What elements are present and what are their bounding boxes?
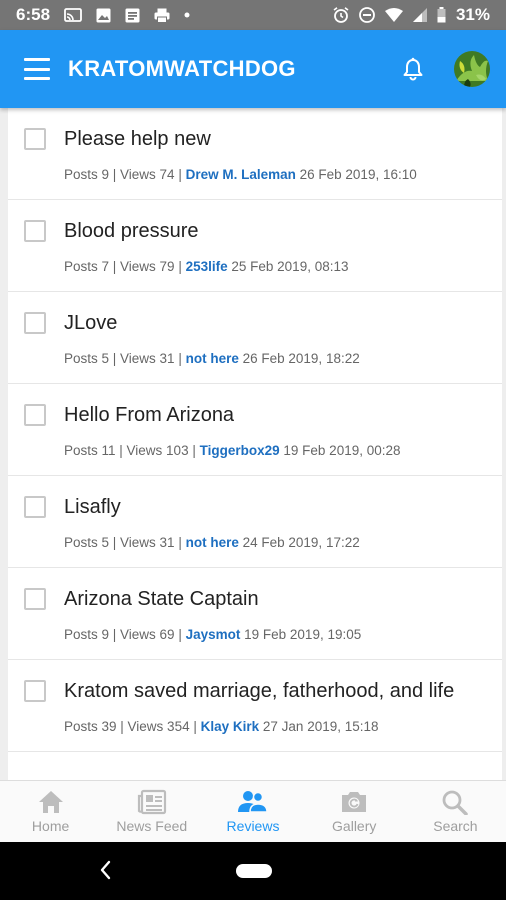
thread-row[interactable]: Blood pressure Posts 7 | Views 79 | 253l… — [8, 200, 502, 292]
thread-author-link[interactable]: 253life — [186, 259, 228, 274]
thread-title[interactable]: Blood pressure — [64, 216, 486, 246]
thread-checkbox[interactable] — [24, 680, 46, 702]
thread-stats: Posts 7 | Views 79 | — [64, 259, 182, 274]
thread-author-link[interactable]: Drew M. Laleman — [186, 167, 296, 182]
message-notification-icon — [125, 8, 140, 22]
home-icon — [38, 791, 63, 813]
reviews-icon — [238, 791, 268, 813]
back-chevron-icon[interactable] — [98, 858, 112, 882]
nav-gallery[interactable]: Gallery — [304, 781, 405, 842]
battery-level: 31% — [455, 5, 490, 24]
news-feed-icon — [137, 789, 166, 815]
thread-title[interactable]: Arizona State Captain — [64, 584, 486, 614]
image-notification-icon — [96, 8, 111, 22]
thread-author-link[interactable]: Klay Kirk — [201, 719, 260, 734]
nav-home-label: Home — [31, 818, 70, 834]
thread-row[interactable]: Please help new Posts 9 | Views 74 | Dre… — [8, 108, 502, 200]
do-not-disturb-icon — [359, 7, 375, 23]
nav-search-label: Search — [433, 818, 478, 834]
thread-title[interactable]: JLove — [64, 308, 486, 338]
thread-meta: Posts 11 | Views 103 | Tiggerbox29 19 Fe… — [64, 443, 486, 458]
thread-row[interactable]: Kratom saved marriage, fatherhood, and l… — [8, 660, 502, 752]
thread-checkbox[interactable] — [24, 588, 46, 610]
thread-date: 26 Feb 2019, 16:10 — [299, 167, 417, 182]
thread-title[interactable]: Hello From Arizona — [64, 400, 486, 430]
thread-title[interactable]: Lisafly — [64, 492, 486, 522]
app-bar: KRATOMWATCHDOG — [0, 30, 506, 108]
wifi-icon — [384, 8, 403, 22]
nav-news-feed[interactable]: News Feed — [101, 781, 202, 842]
avatar[interactable] — [454, 51, 490, 87]
app-title: KRATOMWATCHDOG — [68, 56, 296, 81]
thread-meta: Posts 9 | Views 69 | Jaysmot 19 Feb 2019… — [64, 627, 486, 642]
thread-stats: Posts 5 | Views 31 | — [64, 535, 182, 550]
search-icon — [443, 790, 469, 815]
thread-meta: Posts 9 | Views 74 | Drew M. Laleman 26 … — [64, 167, 486, 182]
thread-date: 19 Feb 2019, 00:28 — [283, 443, 401, 458]
thread-title[interactable]: Please help new — [64, 124, 486, 154]
thread-meta: Posts 5 | Views 31 | not here 26 Feb 201… — [64, 351, 486, 366]
menu-icon[interactable] — [24, 58, 50, 80]
thread-date: 26 Feb 2019, 18:22 — [242, 351, 360, 366]
nav-gallery-label: Gallery — [332, 818, 377, 834]
home-pill-button[interactable] — [236, 864, 272, 878]
print-notification-icon — [154, 8, 170, 23]
nav-reviews[interactable]: Reviews — [202, 781, 303, 842]
thread-date: 19 Feb 2019, 19:05 — [244, 627, 362, 642]
thread-date: 24 Feb 2019, 17:22 — [242, 535, 360, 550]
thread-stats: Posts 9 | Views 74 | — [64, 167, 182, 182]
thread-author-link[interactable]: not here — [186, 535, 239, 550]
thread-stats: Posts 11 | Views 103 | — [64, 443, 196, 458]
status-bar: 6:58 31% — [0, 0, 506, 30]
cell-signal-icon — [412, 8, 427, 22]
nav-news-feed-label: News Feed — [116, 818, 188, 834]
thread-date: 25 Feb 2019, 08:13 — [231, 259, 349, 274]
bottom-nav: Home News Feed Reviews Gallery Search — [0, 780, 506, 842]
thread-author-link[interactable]: Tiggerbox29 — [200, 443, 280, 458]
thread-title[interactable]: Kratom saved marriage, fatherhood, and l… — [64, 676, 486, 706]
thread-row[interactable]: Hello From Arizona Posts 11 | Views 103 … — [8, 384, 502, 476]
thread-checkbox[interactable] — [24, 404, 46, 426]
more-notifications-dot-icon — [184, 12, 190, 18]
system-navigation-bar — [0, 842, 506, 900]
alarm-icon — [333, 7, 349, 23]
thread-author-link[interactable]: not here — [186, 351, 239, 366]
thread-stats: Posts 39 | Views 354 | — [64, 719, 197, 734]
thread-checkbox[interactable] — [24, 496, 46, 518]
thread-author-link[interactable]: Jaysmot — [186, 627, 241, 642]
thread-checkbox[interactable] — [24, 220, 46, 242]
thread-stats: Posts 5 | Views 31 | — [64, 351, 182, 366]
thread-meta: Posts 7 | Views 79 | 253life 25 Feb 2019… — [64, 259, 486, 274]
thread-row[interactable]: Arizona State Captain Posts 9 | Views 69… — [8, 568, 502, 660]
thread-meta: Posts 5 | Views 31 | not here 24 Feb 201… — [64, 535, 486, 550]
thread-list: Please help new Posts 9 | Views 74 | Dre… — [8, 108, 502, 780]
thread-row[interactable]: JLove Posts 5 | Views 31 | not here 26 F… — [8, 292, 502, 384]
thread-meta: Posts 39 | Views 354 | Klay Kirk 27 Jan … — [64, 719, 486, 734]
gallery-icon — [342, 792, 367, 812]
thread-date: 27 Jan 2019, 15:18 — [262, 719, 379, 734]
thread-row[interactable]: Lisafly Posts 5 | Views 31 | not here 24… — [8, 476, 502, 568]
nav-search[interactable]: Search — [405, 781, 506, 842]
thread-checkbox[interactable] — [24, 128, 46, 150]
status-time: 6:58 — [16, 5, 51, 24]
notifications-bell-icon[interactable] — [402, 57, 424, 81]
nav-reviews-label: Reviews — [226, 818, 280, 834]
thread-checkbox[interactable] — [24, 312, 46, 334]
battery-icon — [437, 7, 446, 23]
cast-icon — [64, 8, 82, 22]
thread-stats: Posts 9 | Views 69 | — [64, 627, 182, 642]
nav-home[interactable]: Home — [0, 781, 101, 842]
